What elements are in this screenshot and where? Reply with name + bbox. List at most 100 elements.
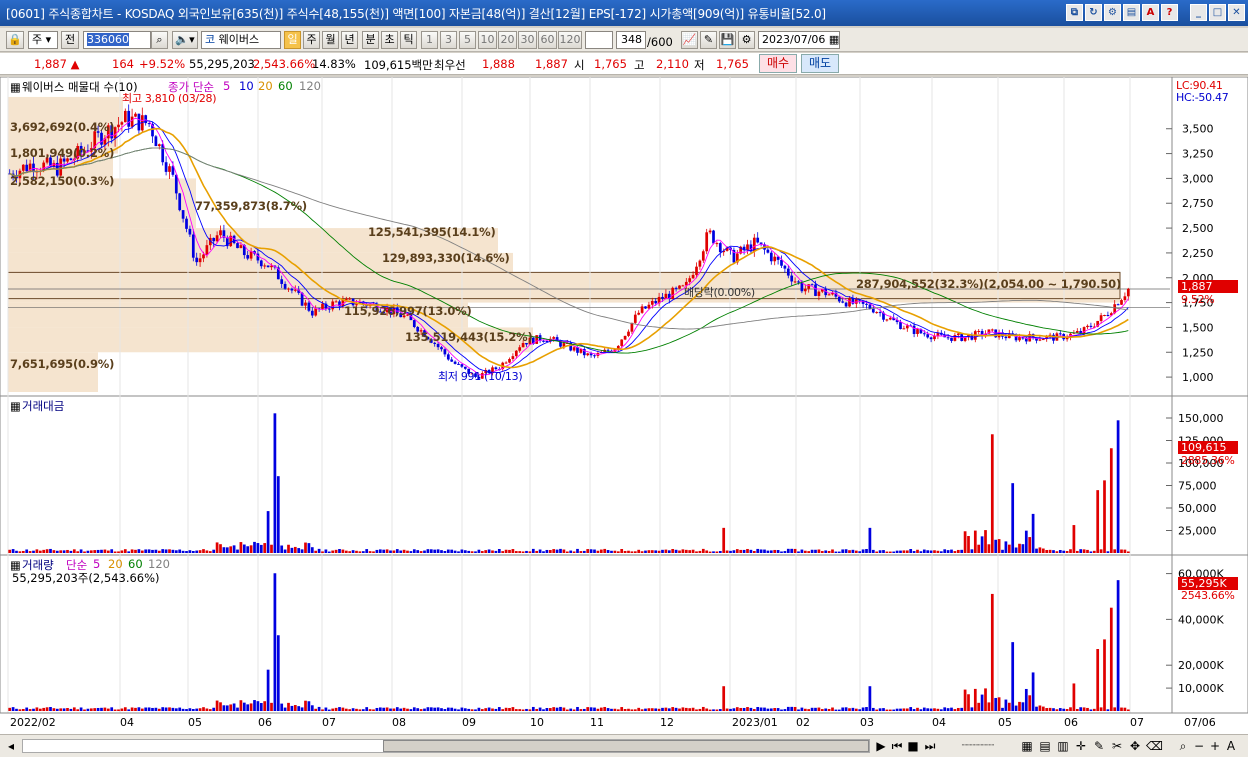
eraser-icon[interactable]: ⌫	[1146, 738, 1163, 754]
buy-button[interactable]: 매수	[759, 54, 797, 73]
chart-icon[interactable]: ▤	[1123, 4, 1140, 21]
gear-icon[interactable]: ⚙	[738, 31, 755, 49]
refresh-icon[interactable]: ↻	[1085, 4, 1102, 21]
volume-bar	[705, 708, 709, 711]
play-icon[interactable]: ▶	[874, 738, 888, 754]
volume-bar	[586, 707, 590, 711]
chart-area[interactable]: 3,500 3,250 3,000 2,750 2,500 2,250 2,000 1,750…	[0, 77, 1248, 734]
settings-icon[interactable]: ⚙	[1104, 4, 1121, 21]
amount-bar	[300, 549, 304, 553]
cut-icon[interactable]: ✂	[1110, 738, 1124, 754]
scroll-thumb[interactable]	[383, 740, 869, 752]
volume-bar	[69, 708, 73, 711]
amount-bar	[946, 550, 950, 553]
volume-bar	[341, 707, 345, 711]
amount-pane-settings-icon[interactable]: ▦	[10, 399, 21, 413]
period-day[interactable]: 일	[284, 31, 301, 49]
lock-icon[interactable]: 🔒	[6, 31, 24, 49]
amount-pane-title: 거래대금	[22, 399, 65, 413]
volume-bar	[518, 709, 522, 711]
chart-svg[interactable]: 3,5003,2503,0002,7502,5002,2502,0001,750…	[0, 77, 1248, 734]
save-icon[interactable]: 💾	[719, 31, 736, 49]
layout-icon[interactable]: ▤	[1038, 738, 1052, 754]
interval-5[interactable]: 5	[459, 31, 476, 49]
amount-bar	[780, 551, 783, 553]
candle	[239, 245, 243, 249]
stock-name-field[interactable]: 코 웨이버스	[201, 31, 281, 49]
search-icon[interactable]: ⌕	[151, 31, 168, 49]
fast-forward-icon[interactable]: ⏭	[922, 738, 938, 754]
chart-type-icon[interactable]: 📈	[681, 31, 698, 49]
volume-bar	[8, 707, 12, 711]
close-button[interactable]: ✕	[1228, 4, 1245, 21]
period-minute[interactable]: 분	[362, 31, 379, 49]
period-tick[interactable]: 틱	[400, 31, 417, 49]
interval-1[interactable]: 1	[421, 31, 438, 49]
count-input[interactable]: 348	[616, 31, 646, 49]
font-icon[interactable]: A	[1142, 4, 1159, 21]
amount-bar	[1021, 544, 1025, 553]
tool-icon[interactable]: ✎	[700, 31, 717, 49]
amount-bar	[110, 549, 114, 553]
volume-bar	[647, 708, 651, 711]
link-icon[interactable]: ⧉	[1066, 4, 1083, 21]
amount-bar	[93, 550, 97, 553]
maximize-button[interactable]: □	[1209, 4, 1226, 21]
font-size-button[interactable]: A	[1224, 738, 1238, 754]
draw-icon[interactable]: ✎	[1092, 738, 1106, 754]
volume-bar	[616, 709, 620, 711]
volume-bar	[1004, 699, 1008, 711]
chart-toolbar: 🔒 주 ▾ 전 336060 ⌕ 🔈▾ 코 웨이버스 일 주 월 년 분 초 틱…	[0, 28, 1248, 52]
magnify-icon[interactable]: ⌕	[1176, 738, 1190, 754]
amount-bar	[450, 549, 454, 553]
volume-bar	[1075, 708, 1079, 711]
period-month[interactable]: 월	[322, 31, 339, 49]
move-icon[interactable]: ✥	[1128, 738, 1142, 754]
candle	[453, 361, 457, 364]
period-year[interactable]: 년	[341, 31, 358, 49]
interval-20[interactable]: 20	[498, 31, 517, 49]
amount-bar	[504, 549, 508, 553]
volume-bar	[882, 708, 885, 711]
interval-120[interactable]: 120	[558, 31, 582, 49]
interval-30[interactable]: 30	[518, 31, 537, 49]
interval-3[interactable]: 3	[440, 31, 457, 49]
interval-10[interactable]: 10	[478, 31, 497, 49]
candle	[212, 237, 216, 242]
zoom-out-button[interactable]: −	[1192, 738, 1206, 754]
scroll-track[interactable]	[22, 739, 870, 753]
volume-bar	[967, 694, 970, 711]
period-week[interactable]: 주	[303, 31, 320, 49]
price-pane-settings-icon[interactable]: ▦	[10, 80, 21, 94]
volume-bar	[841, 707, 845, 711]
scroll-left-icon[interactable]: ◂	[4, 738, 18, 754]
to-start-icon[interactable]: ⏮	[890, 738, 904, 754]
period-second[interactable]: 초	[381, 31, 398, 49]
crosshair-icon[interactable]: ✛	[1074, 738, 1088, 754]
speaker-icon[interactable]: 🔈▾	[172, 31, 198, 49]
amount-bar	[783, 551, 787, 553]
date-input[interactable]: 2023/07/06 ▦	[758, 31, 840, 49]
interval-input[interactable]	[585, 31, 613, 49]
grid-icon[interactable]: ▦	[1020, 738, 1034, 754]
minimize-button[interactable]: _	[1190, 4, 1207, 21]
zoom-in-button[interactable]: +	[1208, 738, 1222, 754]
help-icon[interactable]: ?	[1161, 4, 1178, 21]
compare-icon[interactable]: ▥	[1056, 738, 1070, 754]
stop-icon[interactable]: ■	[906, 738, 920, 754]
y-tick-label: 1,000	[1182, 371, 1214, 384]
volume-bar	[35, 707, 39, 711]
prev-button[interactable]: 전	[61, 31, 79, 49]
slider-track[interactable]: ┈┈┈┈┈┈	[944, 738, 1012, 754]
sell-button[interactable]: 매도	[801, 54, 839, 73]
interval-60[interactable]: 60	[538, 31, 557, 49]
candle	[929, 337, 933, 340]
stock-code-input[interactable]: 336060	[83, 31, 151, 49]
market-type-select[interactable]: 주 ▾	[28, 31, 58, 49]
amount-bar	[800, 549, 804, 553]
candle	[950, 337, 953, 341]
volume-bar	[324, 707, 328, 711]
amount-bar	[735, 549, 739, 553]
volume-bar	[433, 707, 437, 711]
volume-bar	[25, 707, 29, 711]
